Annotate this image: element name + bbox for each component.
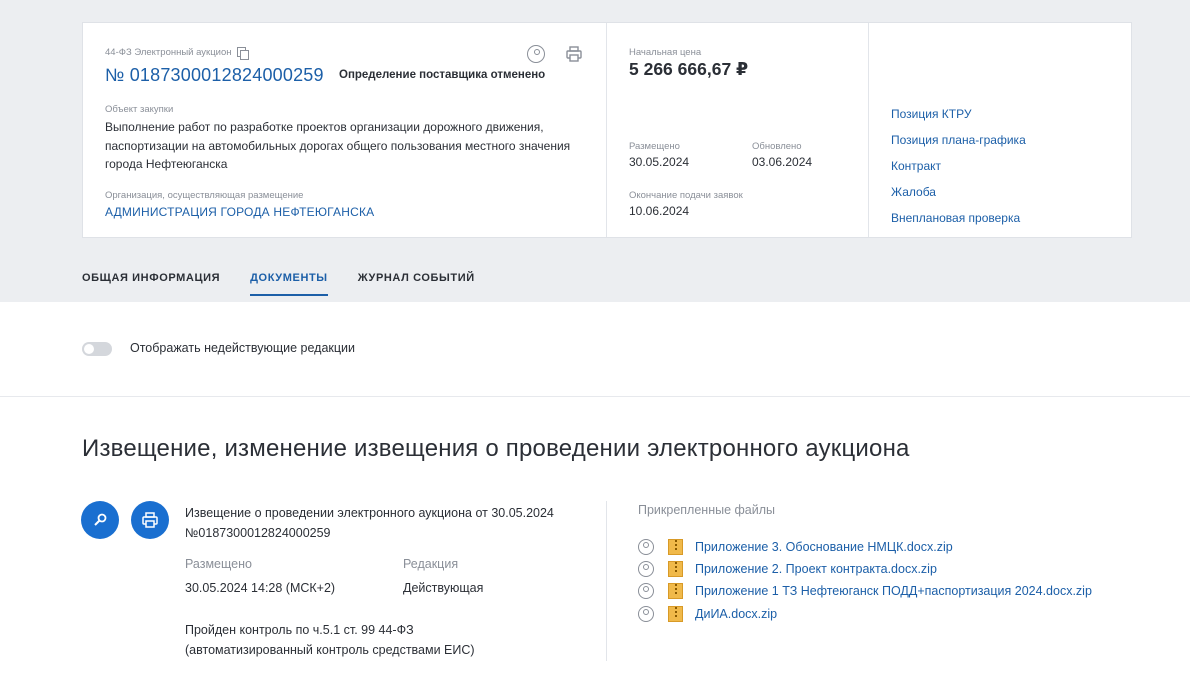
- link-contract[interactable]: Контракт: [891, 153, 1026, 179]
- procurement-status: Определение поставщика отменено: [339, 69, 546, 81]
- attachments-label: Прикрепленные файлы: [638, 503, 776, 517]
- print-icon[interactable]: [565, 45, 583, 63]
- side-links: Позиция КТРУ Позиция плана-графика Контр…: [891, 101, 1026, 231]
- organization-link[interactable]: АДМИНИСТРАЦИЯ ГОРОДА НЕФТЕЮГАНСКА: [105, 205, 374, 219]
- attachment-row: Приложение 2. Проект контракта.docx.zip: [638, 559, 937, 579]
- object-text: Выполнение работ по разработке проектов …: [105, 120, 571, 171]
- control-info: Пройден контроль по ч.5.1 ст. 99 44-ФЗ (…: [185, 620, 475, 660]
- control-line: Пройден контроль по ч.5.1 ст. 99 44-ФЗ: [185, 623, 414, 637]
- attachment-link[interactable]: Приложение 2. Проект контракта.docx.zip: [695, 562, 937, 576]
- object-label: Объект закупки: [105, 104, 174, 115]
- attachment-link[interactable]: ДиИА.docx.zip: [695, 607, 777, 621]
- procurement-card: 44-ФЗ Электронный аукцион № 018730001282…: [82, 22, 1132, 238]
- notice-title-line: Извещение о проведении электронного аукц…: [185, 506, 554, 520]
- tab-general-info[interactable]: ОБЩАЯ ИНФОРМАЦИЯ: [82, 272, 220, 294]
- card-divider: [868, 23, 869, 237]
- attachment-row: Приложение 3. Обоснование НМЦК.docx.zip: [638, 537, 953, 557]
- card-divider: [606, 23, 607, 237]
- toggle-label: Отображать недействующие редакции: [130, 341, 356, 355]
- control-line: (автоматизированный контроль средствами …: [185, 643, 475, 657]
- attachment-row: Приложение 1 ТЗ Нефтеюганск ПОДД+паспорт…: [638, 581, 1092, 601]
- price-value: 5 266 666,67 ₽: [629, 59, 749, 79]
- price-label: Начальная цена: [629, 47, 702, 58]
- content-divider: [606, 501, 607, 661]
- notice-edition-value: Действующая: [403, 581, 484, 595]
- view-file-icon[interactable]: [638, 561, 654, 577]
- organization-label: Организация, осуществляющая размещение: [105, 190, 304, 201]
- notice-number: №0187300012824000259: [185, 526, 331, 540]
- notice-title: Извещение о проведении электронного аукц…: [185, 503, 554, 543]
- zip-file-icon: [668, 539, 683, 555]
- view-file-icon[interactable]: [638, 606, 654, 622]
- deadline-date: 10.06.2024: [629, 204, 690, 218]
- link-ktru[interactable]: Позиция КТРУ: [891, 101, 1026, 127]
- procurement-type-label: 44-ФЗ Электронный аукцион: [105, 47, 232, 58]
- updated-date: 03.06.2024: [752, 155, 813, 169]
- procurement-number[interactable]: № 0187300012824000259: [105, 65, 324, 86]
- inactive-editions-toggle[interactable]: [82, 342, 112, 356]
- attachment-row: ДиИА.docx.zip: [638, 604, 777, 624]
- notice-placed-label: Размещено: [185, 557, 252, 571]
- procurement-type: 44-ФЗ Электронный аукцион: [105, 47, 250, 60]
- attachment-link[interactable]: Приложение 3. Обоснование НМЦК.docx.zip: [695, 540, 953, 554]
- view-file-icon[interactable]: [638, 539, 654, 555]
- zip-file-icon: [668, 561, 683, 577]
- notice-edition-label: Редакция: [403, 557, 459, 571]
- section-title: Извещение, изменение извещения о проведе…: [82, 435, 910, 462]
- section-divider: [0, 396, 1190, 397]
- copy-icon[interactable]: [237, 47, 250, 60]
- search-icon: [94, 513, 107, 526]
- notice-placed-value: 30.05.2024 14:28 (МСК+2): [185, 581, 336, 595]
- print-notice-button[interactable]: [131, 501, 169, 539]
- published-label: Размещено: [629, 141, 680, 152]
- zip-file-icon: [668, 583, 683, 599]
- tab-event-log[interactable]: ЖУРНАЛ СОБЫТИЙ: [358, 272, 475, 294]
- print-icon: [142, 512, 158, 528]
- link-complaint[interactable]: Жалоба: [891, 179, 1026, 205]
- link-plan-schedule[interactable]: Позиция плана-графика: [891, 127, 1026, 153]
- view-file-icon[interactable]: [638, 583, 654, 599]
- tab-bar: ОБЩАЯ ИНФОРМАЦИЯ ДОКУМЕНТЫ ЖУРНАЛ СОБЫТИ…: [82, 272, 475, 296]
- link-inspection[interactable]: Внеплановая проверка: [891, 205, 1026, 231]
- deadline-label: Окончание подачи заявок: [629, 190, 743, 201]
- view-notice-button[interactable]: [81, 501, 119, 539]
- zip-file-icon: [668, 606, 683, 622]
- tab-documents[interactable]: ДОКУМЕНТЫ: [250, 272, 328, 296]
- updated-label: Обновлено: [752, 141, 802, 152]
- published-date: 30.05.2024: [629, 155, 690, 169]
- attachment-link[interactable]: Приложение 1 ТЗ Нефтеюганск ПОДД+паспорт…: [695, 584, 1092, 598]
- header-area: 44-ФЗ Электронный аукцион № 018730001282…: [0, 0, 1190, 302]
- search-icon[interactable]: [527, 45, 545, 63]
